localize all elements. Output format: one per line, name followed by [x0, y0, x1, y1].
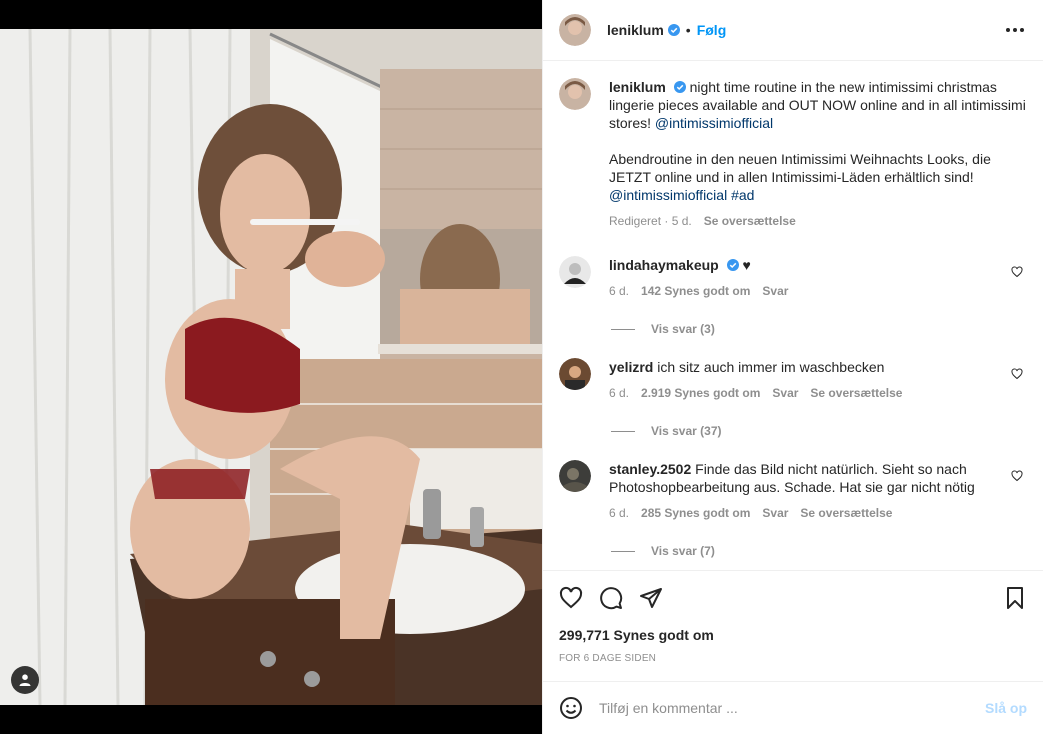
comments-list[interactable]: leniklum night time routine in the new i… [543, 62, 1043, 570]
heart-icon[interactable] [1011, 368, 1023, 380]
post-timestamp[interactable]: FOR 6 DAGE SIDEN [559, 653, 1027, 664]
post-comment-button[interactable]: Slå op [985, 700, 1027, 716]
translate-link[interactable]: Se oversættelse [704, 212, 796, 230]
post-header: leniklum • Følg [543, 0, 1043, 61]
comment-likes[interactable]: 285 Synes godt om [641, 504, 750, 522]
send-icon [640, 588, 662, 608]
replies-divider [611, 550, 635, 552]
comment-likes[interactable]: 2.919 Synes godt om [641, 384, 760, 402]
comment-age: 6 d. [609, 386, 630, 400]
translate-link[interactable]: Se oversættelse [810, 384, 902, 402]
avatar[interactable] [559, 358, 591, 390]
comment-username[interactable]: lindahaymakeup [609, 257, 719, 273]
avatar[interactable] [559, 78, 591, 110]
comment-icon [600, 587, 623, 610]
comment-username[interactable]: yelizrd [609, 359, 653, 375]
view-replies-label: Vis svar (37) [651, 424, 722, 438]
comment-input[interactable] [599, 700, 985, 716]
comment: lindahaymakeup ♥ 6 d. 142 Synes godt om … [559, 256, 1027, 300]
separator-dot: • [685, 22, 691, 38]
post-actions: 299,771 Synes godt om FOR 6 DAGE SIDEN [543, 570, 1043, 664]
replies-divider [611, 430, 635, 432]
view-replies-label: Vis svar (3) [651, 322, 715, 336]
reply-button[interactable]: Svar [762, 504, 788, 522]
view-replies-button[interactable]: Vis svar (3) [611, 322, 1027, 336]
tagged-users-button[interactable] [11, 666, 39, 694]
translate-link[interactable]: Se oversættelse [800, 504, 892, 522]
avatar[interactable] [559, 460, 591, 492]
view-replies-label: Vis svar (7) [651, 544, 715, 558]
post-side-panel: leniklum • Følg leniklum night time rout… [542, 0, 1043, 734]
reply-button[interactable]: Svar [772, 384, 798, 402]
like-button[interactable] [559, 586, 583, 610]
view-replies-button[interactable]: Vis svar (7) [611, 544, 1027, 558]
comment-username[interactable]: stanley.2502 [609, 461, 691, 477]
save-button[interactable] [1003, 586, 1027, 610]
comment-composer: Slå op [543, 681, 1043, 734]
avatar[interactable] [559, 256, 591, 288]
avatar[interactable] [559, 14, 591, 46]
verified-badge-icon [726, 259, 739, 271]
caption: leniklum night time routine in the new i… [559, 78, 1027, 230]
more-options-button[interactable] [1003, 18, 1027, 42]
media-pane [0, 0, 542, 734]
bookmark-icon [1007, 587, 1023, 609]
instagram-post-modal: leniklum • Følg leniklum night time rout… [0, 0, 1043, 734]
comment-text: ♥ [742, 257, 751, 273]
comment-button[interactable] [599, 586, 623, 610]
emoji-button[interactable] [559, 696, 583, 720]
heart-icon[interactable] [1011, 266, 1023, 278]
post-username[interactable]: leniklum [607, 22, 664, 38]
comment-age: 6 d. [609, 506, 630, 520]
comment-text: ich sitz auch immer im waschbecken [657, 359, 885, 375]
caption-hashtag[interactable]: #ad [731, 187, 754, 203]
user-icon [19, 674, 31, 686]
action-bar [559, 571, 1027, 625]
comment-likes[interactable]: 142 Synes godt om [641, 282, 750, 300]
heart-icon[interactable] [1011, 470, 1023, 482]
view-replies-button[interactable]: Vis svar (37) [611, 424, 1027, 438]
verified-badge-icon [667, 24, 680, 36]
post-photo[interactable] [0, 29, 542, 705]
follow-button[interactable]: Følg [697, 22, 727, 38]
verified-badge-icon [673, 81, 686, 93]
reply-button[interactable]: Svar [762, 282, 788, 300]
more-horizontal-icon [1006, 28, 1024, 32]
share-button[interactable] [639, 586, 663, 610]
caption-username[interactable]: leniklum [609, 79, 666, 95]
caption-mention-1[interactable]: @intimissimiofficial [655, 115, 773, 131]
comment-age: 6 d. [609, 284, 630, 298]
caption-edited: Redigeret · 5 d. [609, 214, 692, 228]
replies-divider [611, 328, 635, 330]
caption-text-2: Abendroutine in den neuen Intimissimi We… [609, 151, 991, 185]
caption-mention-2[interactable]: @intimissimiofficial [609, 187, 727, 203]
heart-icon [559, 586, 583, 609]
likes-count[interactable]: 299,771 Synes godt om [559, 627, 1027, 643]
emoji-icon [560, 697, 582, 719]
comment: stanley.2502 Finde das Bild nicht natürl… [559, 460, 1027, 522]
comment: yelizrd ich sitz auch immer im waschbeck… [559, 358, 1027, 402]
